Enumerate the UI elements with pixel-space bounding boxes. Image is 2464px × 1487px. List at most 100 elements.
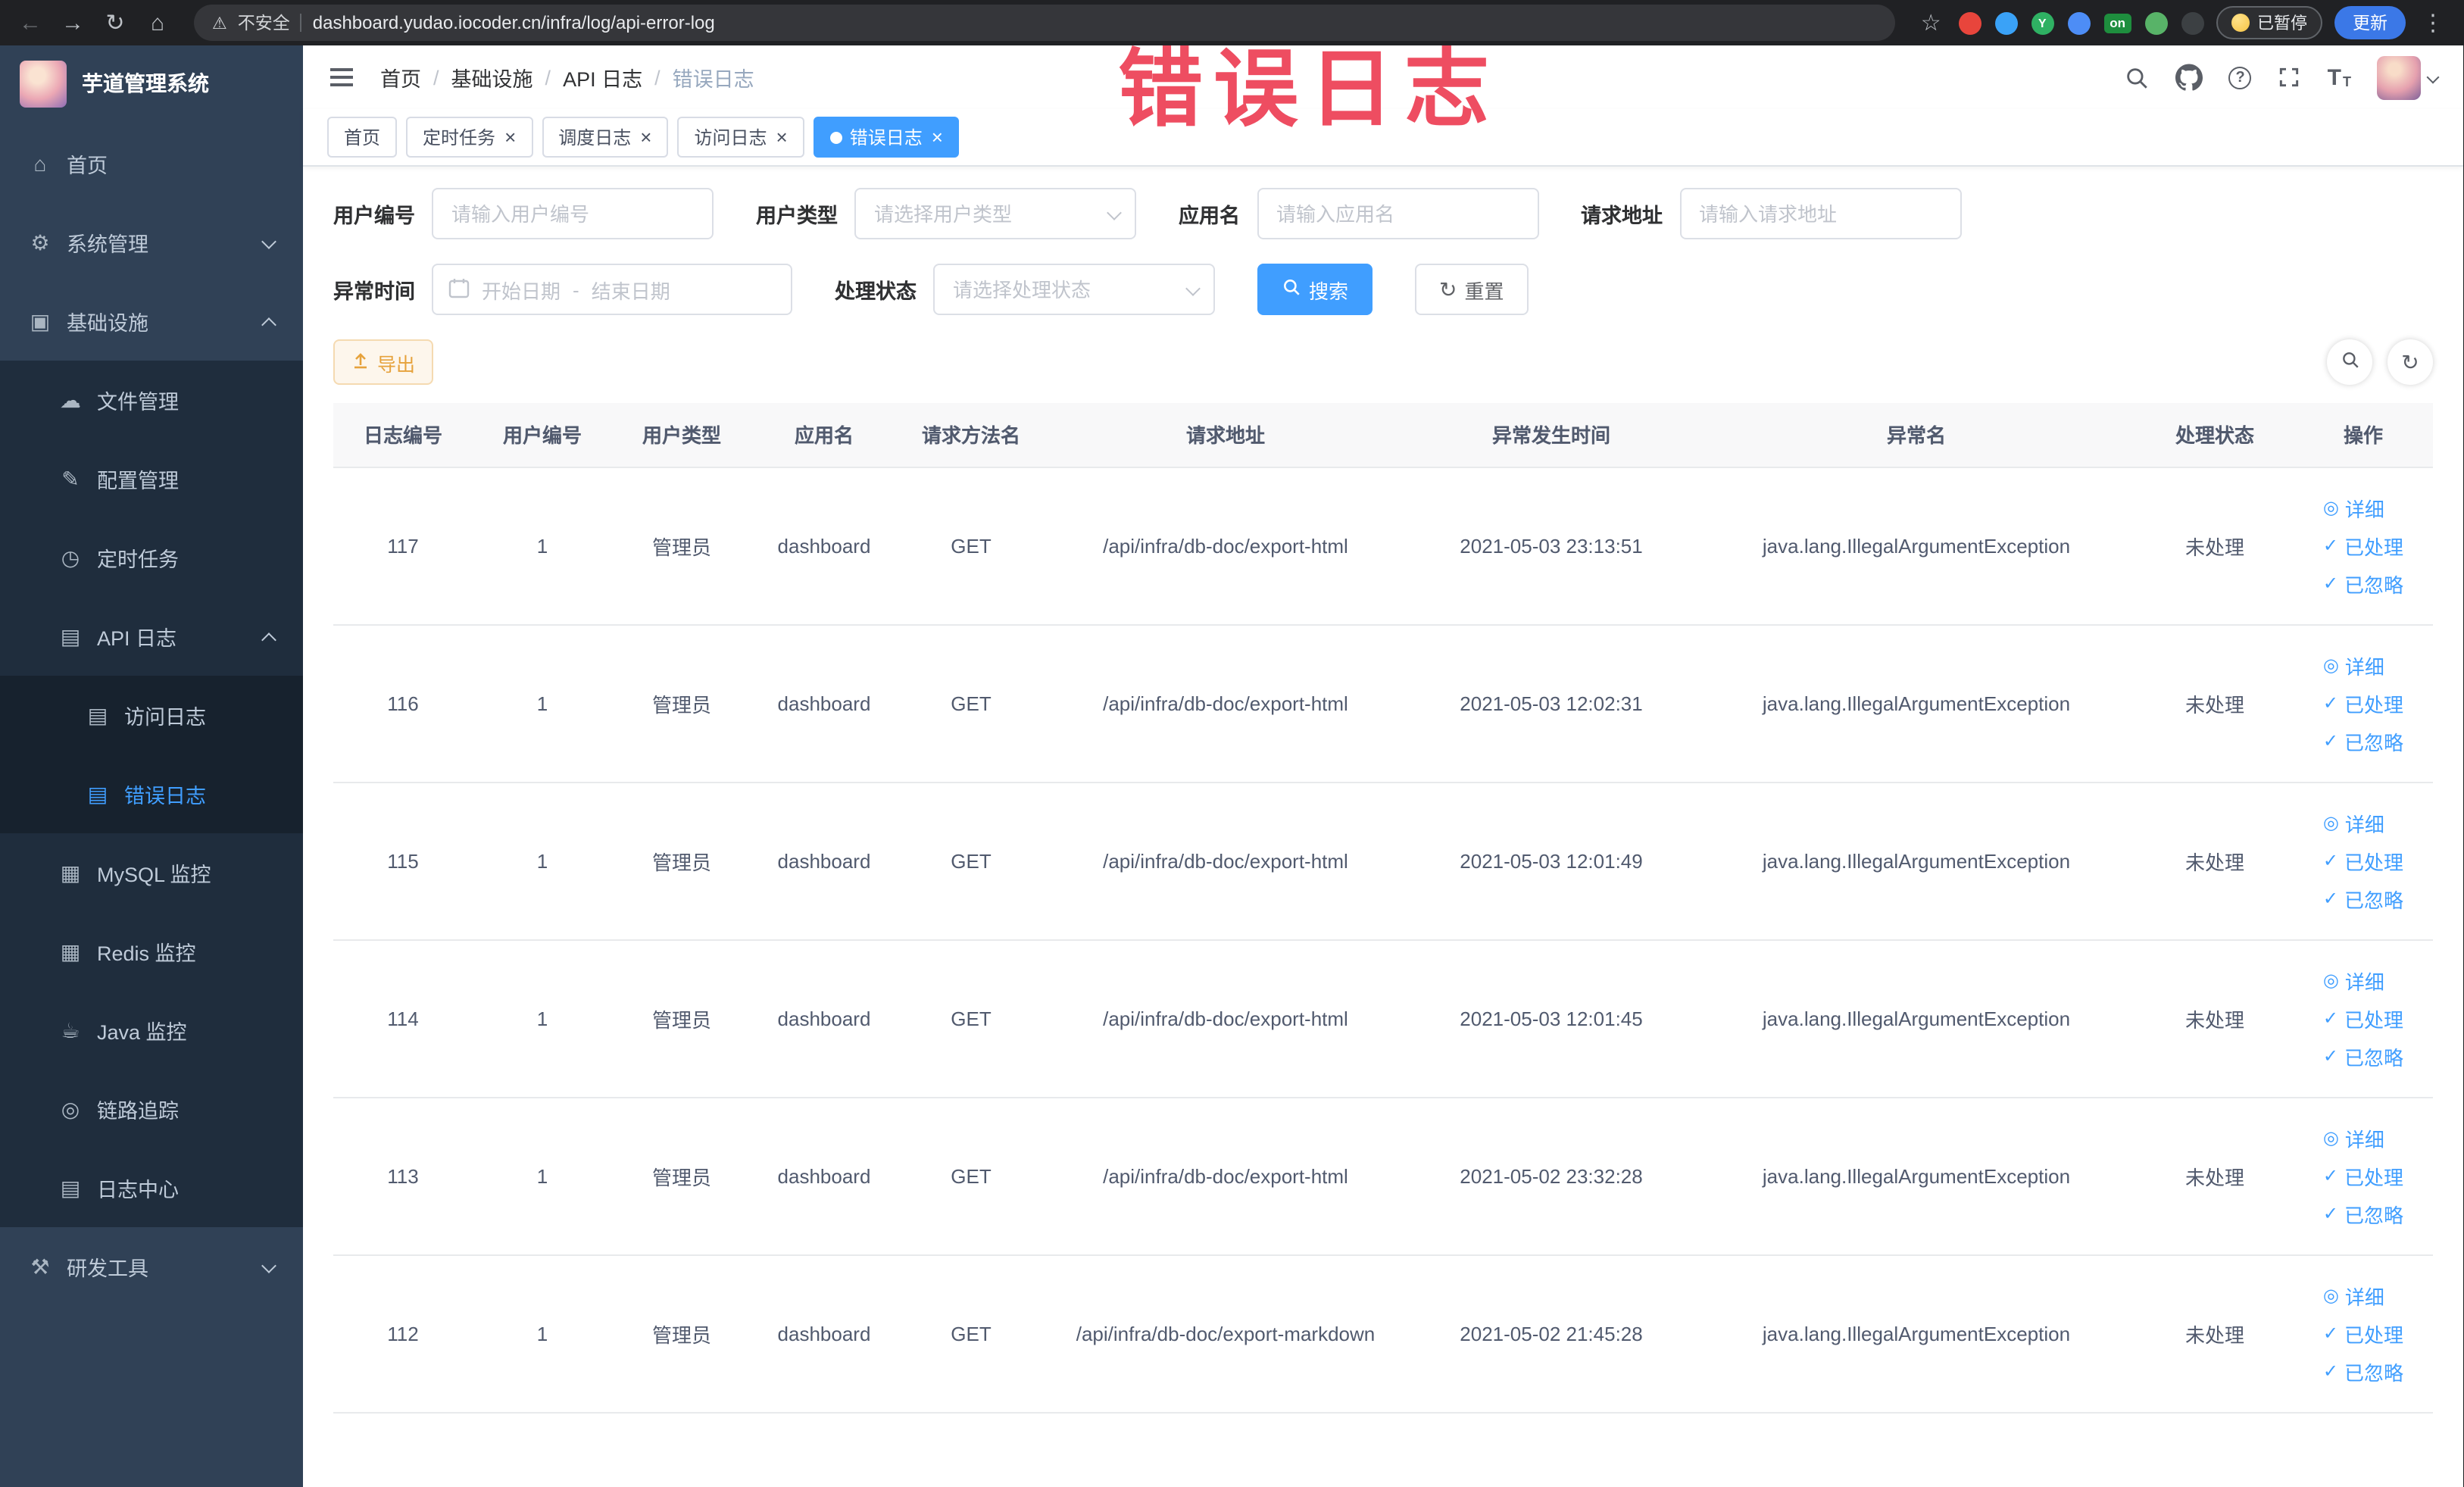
header-actions: ? TT bbox=[2125, 55, 2439, 99]
cell-exception: java.lang.IllegalArgumentException bbox=[1697, 1254, 2136, 1413]
collapse-sidebar-icon[interactable] bbox=[327, 62, 356, 92]
extension-on-badge-icon[interactable]: on bbox=[2103, 13, 2131, 33]
extension-dark-icon[interactable] bbox=[2181, 11, 2204, 34]
user-menu[interactable] bbox=[2377, 55, 2439, 99]
sidebar-item-infra[interactable]: ▣ 基础设施 bbox=[0, 282, 303, 361]
extension-green-y-icon[interactable]: Y bbox=[2031, 11, 2054, 34]
sidebar-item-java-monitor[interactable]: ☕ Java 监控 bbox=[0, 991, 303, 1070]
tab-scheduled-job[interactable]: 定时任务 × bbox=[406, 117, 533, 158]
cell-user_type: 管理员 bbox=[612, 624, 751, 783]
logo-image bbox=[20, 60, 67, 107]
search-button[interactable]: 搜索 bbox=[1257, 264, 1373, 315]
sidebar-item-log-center[interactable]: ▤ 日志中心 bbox=[0, 1148, 303, 1227]
bookmark-star-icon[interactable]: ☆ bbox=[1916, 11, 1946, 34]
help-icon[interactable]: ? bbox=[2228, 66, 2252, 89]
sidebar-item-mysql-monitor[interactable]: ▦ MySQL 监控 bbox=[0, 833, 303, 912]
close-icon[interactable]: × bbox=[932, 127, 943, 147]
sidebar-item-file-manage[interactable]: ☁ 文件管理 bbox=[0, 361, 303, 439]
detail-link[interactable]: ◎ 详细 bbox=[2323, 1281, 2384, 1310]
detail-link[interactable]: ◎ 详细 bbox=[2323, 493, 2384, 522]
processed-link[interactable]: ✓ 已处理 bbox=[2323, 1319, 2403, 1348]
cell-url: /api/infra/db-doc/export-html bbox=[1045, 467, 1406, 625]
close-icon[interactable]: × bbox=[776, 127, 788, 147]
ignored-link[interactable]: ✓ 已忽略 bbox=[2323, 884, 2403, 913]
processed-link[interactable]: ✓ 已处理 bbox=[2323, 531, 2403, 560]
check-icon: ✓ bbox=[2322, 1203, 2339, 1224]
sidebar-item-access-log[interactable]: ▤ 访问日志 bbox=[0, 676, 303, 754]
database-icon: ▦ bbox=[60, 939, 81, 963]
back-icon[interactable]: ← bbox=[15, 11, 45, 34]
cell-actions: ◎ 详细 ✓ 已处理 ✓ 已忽略 bbox=[2294, 624, 2433, 783]
reload-icon[interactable]: ↻ bbox=[100, 11, 130, 34]
sidebar-item-scheduled-job[interactable]: ◷ 定时任务 bbox=[0, 518, 303, 597]
ignored-link[interactable]: ✓ 已忽略 bbox=[2323, 726, 2403, 755]
app-name-input[interactable] bbox=[1257, 188, 1538, 239]
close-icon[interactable]: × bbox=[504, 127, 516, 147]
tab-schedule-log[interactable]: 调度日志 × bbox=[542, 117, 669, 158]
avatar bbox=[2377, 55, 2421, 99]
url-bar[interactable]: ⚠ 不安全 dashboard.yudao.iocoder.cn/infra/l… bbox=[194, 5, 1895, 41]
request-url-input[interactable] bbox=[1679, 188, 1961, 239]
paused-badge[interactable]: 已暂停 bbox=[2216, 6, 2322, 39]
extension-grid-icon[interactable] bbox=[2067, 11, 2091, 34]
cell-method: GET bbox=[897, 1254, 1045, 1413]
processed-link[interactable]: ✓ 已处理 bbox=[2323, 689, 2403, 717]
sidebar-item-api-log[interactable]: ▤ API 日志 bbox=[0, 597, 303, 676]
processed-link[interactable]: ✓ 已处理 bbox=[2323, 1161, 2403, 1190]
check-icon: ✓ bbox=[2322, 1007, 2339, 1029]
close-icon[interactable]: × bbox=[640, 127, 651, 147]
row-actions: ◎ 详细 ✓ 已处理 ✓ 已忽略 bbox=[2323, 651, 2403, 755]
calendar-icon bbox=[448, 276, 470, 302]
tab-error-log[interactable]: 错误日志 × bbox=[813, 117, 960, 158]
sidebar-item-label: MySQL 监控 bbox=[97, 864, 211, 886]
cell-app: dashboard bbox=[751, 467, 897, 625]
extension-red-icon[interactable] bbox=[1958, 11, 1982, 34]
cell-method: GET bbox=[897, 939, 1045, 1098]
processed-label: 已处理 bbox=[2344, 1008, 2404, 1031]
export-button[interactable]: 导出 bbox=[333, 339, 434, 385]
ignored-link[interactable]: ✓ 已忽略 bbox=[2323, 1357, 2403, 1385]
breadcrumb-item[interactable]: 基础设施 bbox=[451, 62, 533, 92]
search-icon[interactable] bbox=[2125, 64, 2150, 90]
column-header: 异常发生时间 bbox=[1406, 403, 1697, 467]
ignored-link[interactable]: ✓ 已忽略 bbox=[2323, 569, 2403, 598]
content: 用户编号 用户类型 应用名 bbox=[303, 167, 2463, 1487]
sidebar-item-label: Redis 监控 bbox=[97, 942, 196, 965]
process-status-select[interactable] bbox=[933, 264, 1215, 315]
sidebar-item-redis-monitor[interactable]: ▦ Redis 监控 bbox=[0, 912, 303, 991]
fullscreen-icon[interactable] bbox=[2278, 65, 2302, 89]
sidebar-item-trace[interactable]: ◎ 链路追踪 bbox=[0, 1070, 303, 1148]
browser-home-icon[interactable]: ⌂ bbox=[142, 11, 173, 34]
processed-link[interactable]: ✓ 已处理 bbox=[2323, 846, 2403, 875]
toggle-search-button[interactable] bbox=[2327, 339, 2372, 385]
ignored-link[interactable]: ✓ 已忽略 bbox=[2323, 1042, 2403, 1070]
sidebar-item-home[interactable]: ⌂ 首页 bbox=[0, 124, 303, 203]
processed-link[interactable]: ✓ 已处理 bbox=[2323, 1004, 2403, 1032]
font-size-icon[interactable]: TT bbox=[2328, 66, 2351, 89]
sidebar-item-error-log[interactable]: ▤ 错误日志 bbox=[0, 754, 303, 833]
detail-link[interactable]: ◎ 详细 bbox=[2323, 808, 2384, 837]
sidebar-item-config-manage[interactable]: ✎ 配置管理 bbox=[0, 439, 303, 518]
tab-access-log[interactable]: 访问日志 × bbox=[677, 117, 804, 158]
detail-link[interactable]: ◎ 详细 bbox=[2323, 1123, 2384, 1152]
reset-button[interactable]: ↻ 重置 bbox=[1415, 264, 1529, 315]
update-button[interactable]: 更新 bbox=[2334, 6, 2406, 39]
user-type-select[interactable] bbox=[854, 188, 1136, 239]
ignored-link[interactable]: ✓ 已忽略 bbox=[2323, 1199, 2403, 1228]
detail-link[interactable]: ◎ 详细 bbox=[2323, 651, 2384, 679]
sidebar-item-system[interactable]: ⚙ 系统管理 bbox=[0, 203, 303, 282]
user-id-input[interactable] bbox=[432, 188, 714, 239]
exception-time-range-picker[interactable]: 开始日期 - 结束日期 bbox=[432, 264, 792, 315]
detail-link[interactable]: ◎ 详细 bbox=[2323, 966, 2384, 995]
forward-icon[interactable]: → bbox=[58, 11, 88, 34]
breadcrumb-item[interactable]: API 日志 bbox=[563, 62, 642, 92]
tab-home[interactable]: 首页 bbox=[327, 117, 398, 158]
column-header: 用户编号 bbox=[473, 403, 612, 467]
kebab-menu-icon[interactable]: ⋮ bbox=[2418, 11, 2448, 34]
refresh-table-button[interactable]: ↻ bbox=[2387, 339, 2433, 385]
sidebar-item-dev-tools[interactable]: ⚒ 研发工具 bbox=[0, 1227, 303, 1306]
extension-blue-icon[interactable] bbox=[1994, 11, 2018, 34]
extension-sprout-icon[interactable] bbox=[2145, 11, 2168, 34]
breadcrumb-item[interactable]: 首页 bbox=[380, 62, 421, 92]
github-icon[interactable] bbox=[2175, 64, 2203, 91]
